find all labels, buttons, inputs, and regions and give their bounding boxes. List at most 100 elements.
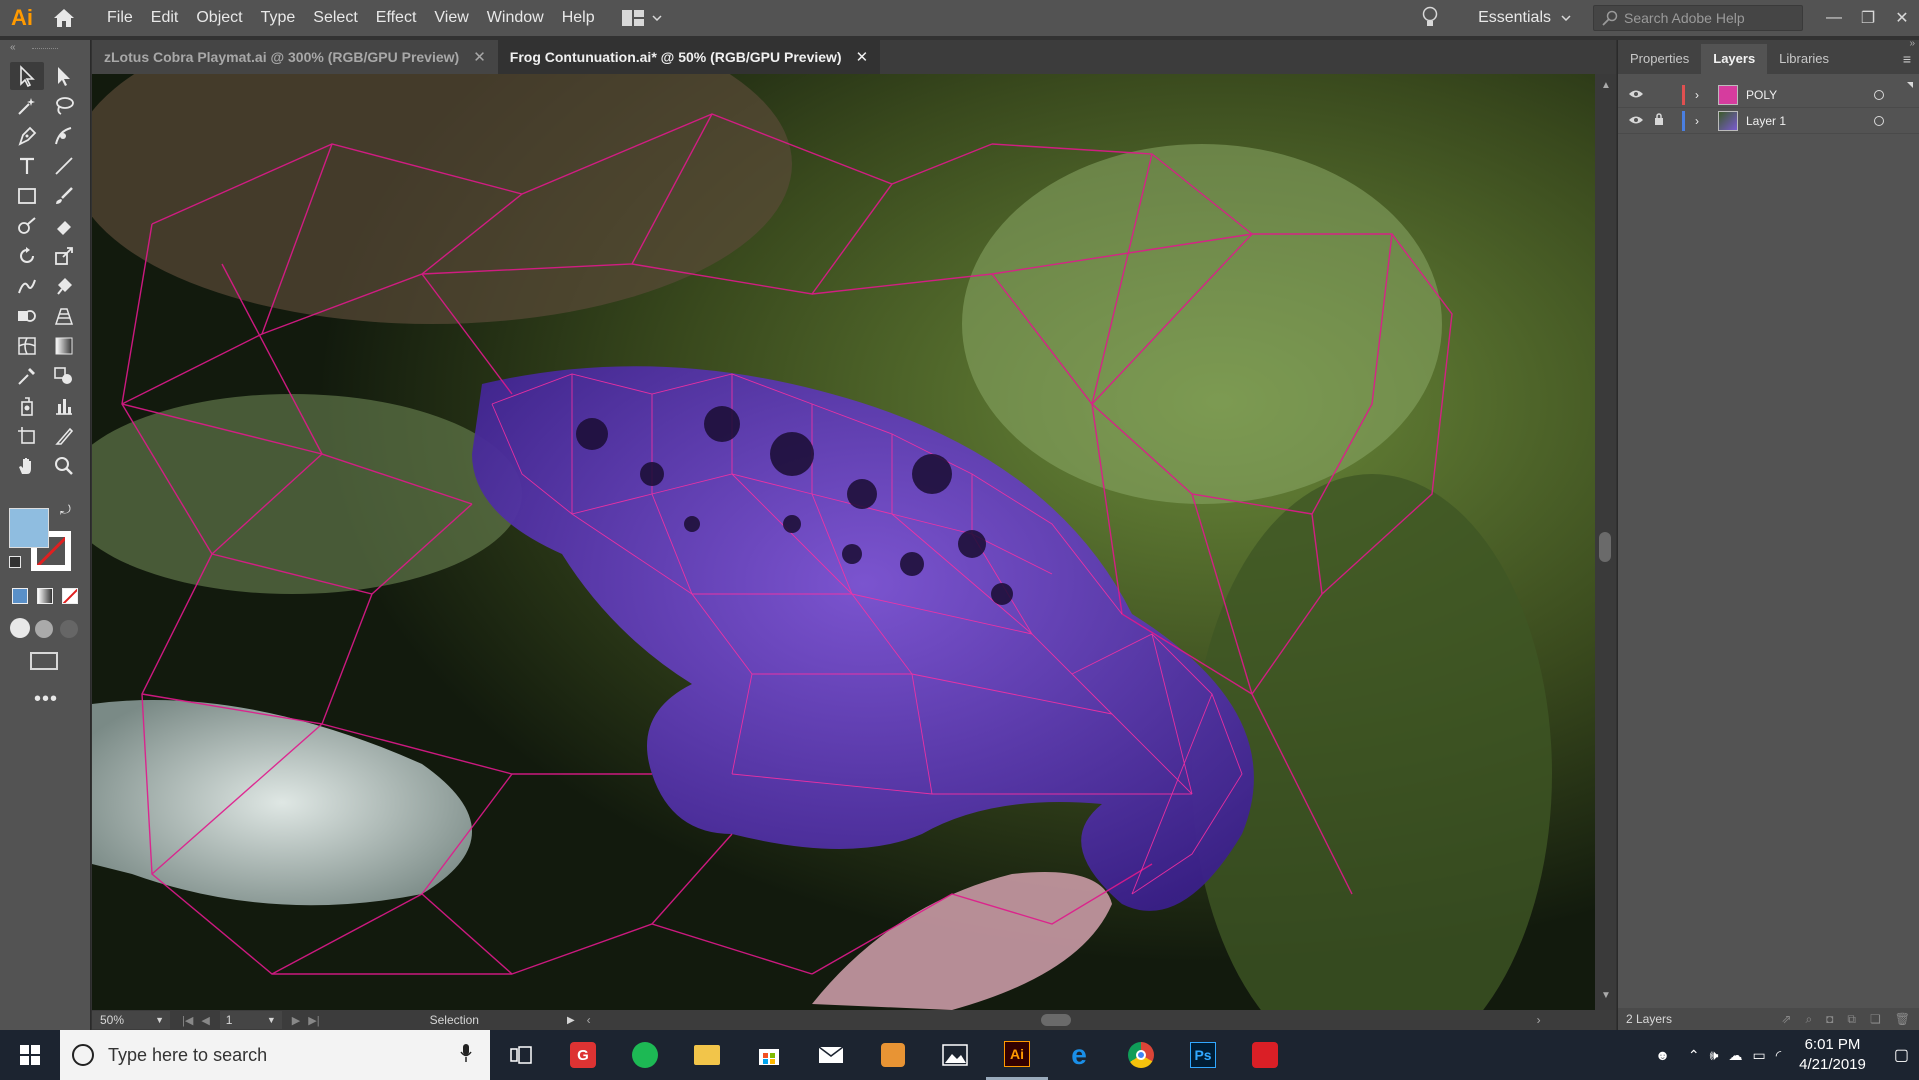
eyedropper-tool-icon[interactable] — [10, 362, 44, 390]
gmail-icon[interactable]: G — [552, 1030, 614, 1080]
color-mode-icon[interactable] — [12, 588, 28, 604]
spotify-icon[interactable] — [614, 1030, 676, 1080]
battery-icon[interactable]: ▭ — [1752, 1047, 1765, 1064]
clock[interactable]: 6:01 PM 4/21/2019 — [1799, 1035, 1866, 1075]
layer-target-icon[interactable] — [1874, 115, 1884, 126]
layer-target-icon[interactable] — [1874, 89, 1884, 100]
chrome-icon[interactable] — [1110, 1030, 1172, 1080]
collapse-panel-icon[interactable]: » — [1909, 38, 1915, 49]
paintbrush-tool-icon[interactable] — [47, 182, 81, 210]
delete-layer-icon[interactable]: 🗑 — [1895, 1012, 1910, 1027]
task-view-icon[interactable] — [490, 1030, 552, 1080]
magic-wand-tool-icon[interactable] — [10, 92, 44, 120]
menu-window[interactable]: Window — [478, 0, 553, 36]
tab-libraries[interactable]: Libraries — [1767, 44, 1841, 74]
scroll-down-icon[interactable]: ▼ — [1601, 990, 1611, 1001]
edge-icon[interactable]: e — [1048, 1030, 1110, 1080]
wifi-icon[interactable]: ◜ — [1776, 1047, 1781, 1064]
tab-properties[interactable]: Properties — [1618, 44, 1701, 74]
lasso-tool-icon[interactable] — [47, 92, 81, 120]
scroll-up-icon[interactable]: ▲ — [1601, 80, 1611, 91]
slice-tool-icon[interactable] — [47, 422, 81, 450]
instagram-icon[interactable] — [862, 1030, 924, 1080]
first-artboard-icon[interactable]: |◀ — [182, 1014, 193, 1027]
tab-layers[interactable]: Layers — [1701, 44, 1768, 74]
menu-effect[interactable]: Effect — [367, 0, 426, 36]
photoshop-icon[interactable]: Ps — [1172, 1030, 1234, 1080]
volume-icon[interactable]: 🕪 — [1710, 1047, 1719, 1064]
close-tab-icon[interactable]: ✕ — [473, 48, 486, 66]
expand-layer-icon[interactable]: › — [1695, 114, 1699, 128]
direct-selection-tool-icon[interactable] — [47, 62, 81, 90]
type-tool-icon[interactable] — [10, 152, 44, 180]
make-clipping-mask-icon[interactable]: ◘ — [1826, 1012, 1833, 1027]
create-sublayer-icon[interactable]: ⧉ — [1847, 1012, 1856, 1027]
draw-behind-icon[interactable] — [35, 620, 53, 638]
scale-tool-icon[interactable] — [47, 242, 81, 270]
locate-object-icon[interactable]: ⌕ — [1805, 1012, 1812, 1027]
menu-type[interactable]: Type — [252, 0, 305, 36]
vertical-scrollbar[interactable]: ▲ ▼ — [1595, 74, 1616, 1010]
swap-fill-stroke-icon[interactable]: ⤾ — [60, 502, 71, 518]
menu-select[interactable]: Select — [304, 0, 366, 36]
collect-for-export-icon[interactable]: ⇗ — [1781, 1012, 1791, 1027]
scroll-right-icon[interactable]: › — [1537, 1013, 1541, 1027]
shape-builder-tool-icon[interactable] — [10, 302, 44, 330]
lightbulb-icon[interactable] — [1422, 6, 1438, 31]
blend-tool-icon[interactable] — [47, 362, 81, 390]
visibility-eye-icon[interactable] — [1628, 114, 1644, 128]
line-segment-tool-icon[interactable] — [47, 152, 81, 180]
warp-tool-icon[interactable] — [10, 272, 44, 300]
taskbar-search-box[interactable]: Type here to search — [60, 1030, 490, 1080]
zoom-tool-icon[interactable] — [47, 452, 81, 480]
draw-normal-icon[interactable] — [10, 618, 30, 638]
menu-edit[interactable]: Edit — [142, 0, 188, 36]
last-artboard-icon[interactable]: ▶| — [308, 1014, 319, 1027]
home-icon[interactable] — [44, 0, 84, 36]
toolbar-grip[interactable] — [32, 48, 58, 50]
file-explorer-icon[interactable] — [676, 1030, 738, 1080]
draw-inside-icon[interactable] — [60, 620, 78, 638]
mesh-tool-icon[interactable] — [10, 332, 44, 360]
screen-mode-icon[interactable] — [30, 652, 58, 670]
illustrator-icon[interactable]: Ai — [986, 1030, 1048, 1080]
creative-cloud-icon[interactable] — [1234, 1030, 1296, 1080]
artboard-tool-icon[interactable] — [10, 422, 44, 450]
workspace-switcher[interactable]: Essentials — [1478, 9, 1571, 27]
photos-icon[interactable] — [924, 1030, 986, 1080]
microphone-icon[interactable] — [460, 1043, 472, 1068]
restore-button[interactable]: ❐ — [1851, 0, 1885, 36]
layer-row-layer-1[interactable]: › Layer 1 — [1618, 108, 1919, 134]
minimize-button[interactable]: — — [1817, 0, 1851, 36]
eraser-tool-icon[interactable] — [47, 212, 81, 240]
gradient-mode-icon[interactable] — [37, 588, 53, 604]
show-hidden-icons-icon[interactable]: ⌃ — [1688, 1047, 1700, 1064]
column-graph-tool-icon[interactable] — [47, 392, 81, 420]
action-center-icon[interactable]: ▢ — [1894, 1045, 1909, 1065]
shaper-tool-icon[interactable] — [10, 212, 44, 240]
fill-swatch[interactable] — [9, 508, 49, 548]
onedrive-icon[interactable]: ☁ — [1728, 1047, 1742, 1064]
selection-tool-icon[interactable] — [10, 62, 44, 90]
layer-name[interactable]: POLY — [1746, 88, 1777, 102]
tab-frog-contunuation[interactable]: Frog Contunuation.ai* @ 50% (RGB/GPU Pre… — [497, 40, 881, 74]
app-logo[interactable]: Ai — [0, 0, 44, 36]
arrange-documents-button[interactable] — [621, 10, 662, 26]
perspective-grid-tool-icon[interactable] — [47, 302, 81, 330]
curvature-tool-icon[interactable] — [47, 122, 81, 150]
close-tab-icon[interactable]: ✕ — [856, 48, 869, 66]
visibility-eye-icon[interactable] — [1628, 88, 1644, 102]
artboard-canvas[interactable] — [92, 74, 1595, 1010]
next-artboard-icon[interactable]: ▶ — [292, 1014, 300, 1027]
puppet-warp-tool-icon[interactable] — [47, 272, 81, 300]
hand-tool-icon[interactable] — [10, 452, 44, 480]
default-fill-stroke-icon[interactable] — [9, 556, 21, 568]
pen-tool-icon[interactable] — [10, 122, 44, 150]
mail-icon[interactable] — [800, 1030, 862, 1080]
layer-name[interactable]: Layer 1 — [1746, 114, 1786, 128]
search-adobe-help-input[interactable]: Search Adobe Help — [1593, 5, 1803, 31]
artboard-select[interactable]: 1 ▼ — [219, 1011, 282, 1029]
layer-row-poly[interactable]: › POLY — [1618, 82, 1919, 108]
menu-view[interactable]: View — [425, 0, 477, 36]
create-new-layer-icon[interactable]: ❏ — [1870, 1012, 1881, 1027]
